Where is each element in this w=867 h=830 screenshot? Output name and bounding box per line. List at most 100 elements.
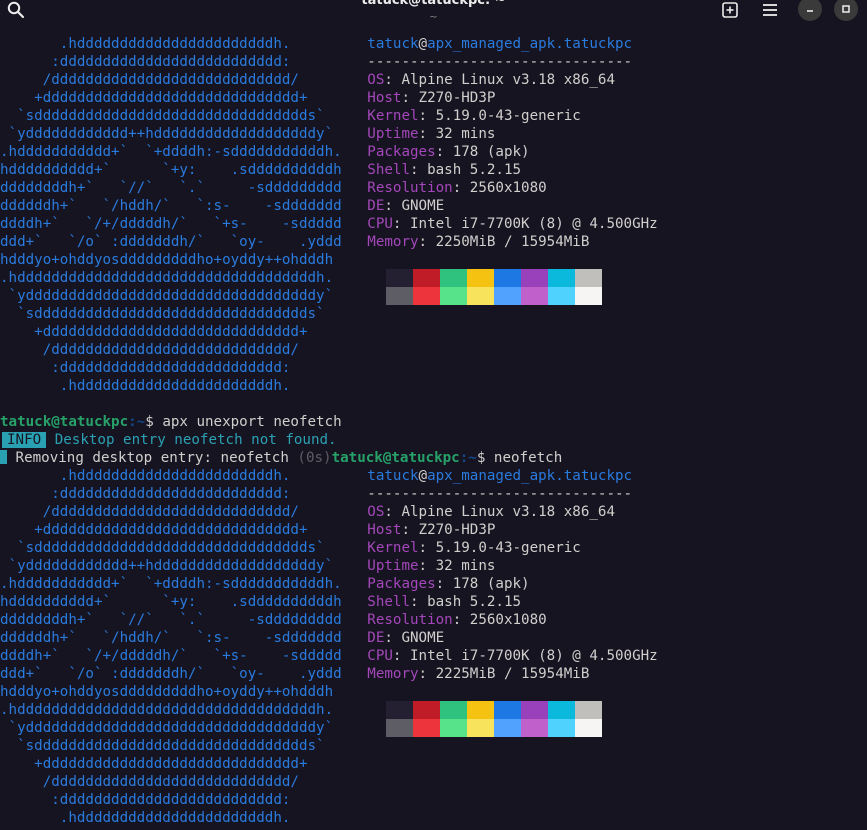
ascii-logo-line: `yddddddddddddddddddddddddddddddddddy` — [0, 720, 368, 736]
progress-marker — [0, 450, 7, 464]
ascii-logo-line: /dddddddddddddddddddddddddddd/ — [0, 774, 368, 790]
fetch-key: Kernel — [367, 540, 419, 556]
neofetch-line: `ydddddddddddd++hdddddddddddddddddddy` U… — [0, 125, 867, 143]
neofetch-line: +dddddddddddddddddddddddddddddd+ — [0, 755, 867, 773]
fetch-key: Uptime — [367, 126, 419, 142]
color-swatch — [386, 287, 413, 305]
ascii-logo-line: ddd+` `/o` :dddddddh/` `oy- .yddd — [0, 234, 368, 250]
ascii-logo-line: `ydddddddddddd++hdddddddddddddddddddy` — [0, 558, 368, 574]
ascii-logo-line: ddd+` `/o` :dddddddh/` `oy- .yddd — [0, 666, 368, 682]
ascii-logo-line: +dddddddddddddddddddddddddddddd+ — [0, 522, 368, 538]
ascii-logo-line: .hdddddddddddddddddddddddh. — [0, 378, 368, 394]
ascii-logo-line: :dddddddddddddddddddddddddd: — [0, 486, 368, 502]
fetch-key: Packages — [367, 144, 436, 160]
fetch-value: : 32 mins — [418, 558, 496, 574]
ascii-logo-line: ddddh+` `/+/dddddh/` `+s- -sddddd — [0, 216, 368, 232]
color-swatch — [575, 719, 602, 737]
color-swatch — [467, 287, 494, 305]
color-swatch — [467, 701, 494, 719]
ascii-logo-line: .hdddddddddddddddddddddddh. — [0, 468, 368, 484]
menu-button[interactable] — [758, 0, 782, 22]
ascii-logo-line: +dddddddddddddddddddddddddddddd+ — [0, 324, 368, 340]
neofetch-line: :dddddddddddddddddddddddddd: — [0, 359, 867, 377]
neofetch-line: `sdddddddddddddddddddddddddddddddds` Ker… — [0, 539, 867, 557]
ascii-logo-line: ddddddddh+` `//` `.` -sddddddddd — [0, 612, 368, 628]
fetch-value: : Z270-HD3P — [401, 90, 496, 106]
ascii-logo-line: .hddddddddddd+` `+ddddh:-sdddddddddddh. — [0, 576, 368, 592]
terminal-output[interactable]: .hdddddddddddddddddddddddh. tatuck@apx_m… — [0, 35, 867, 827]
ascii-logo-line: `sdddddddddddddddddddddddddddddddds` — [0, 306, 368, 322]
fetch-value: : GNOME — [384, 630, 445, 646]
neofetch-line: .hdddddddddddddddddddddddh. — [0, 377, 867, 395]
neofetch-line: /dddddddddddddddddddddddddddd/ — [0, 773, 867, 791]
color-swatch — [575, 701, 602, 719]
neofetch-line: `yddddddddddddddddddddddddddddddddddy` — [0, 719, 867, 737]
ascii-logo-line: ddddddh+` `/hddh/` `:s- -sddddddd — [0, 630, 368, 646]
header-bar: tatuck@tatuckpc: ~ ~ — [0, 0, 867, 34]
fetch-key: Host — [367, 90, 402, 106]
fetch-key: Resolution — [367, 180, 453, 196]
color-swatch — [440, 719, 467, 737]
fetch-user: tatuck — [367, 36, 419, 52]
fetch-key: CPU — [367, 648, 393, 664]
color-swatch — [521, 701, 548, 719]
color-swatch — [521, 269, 548, 287]
fetch-host: apx_managed_apk.tatuckpc — [427, 36, 633, 52]
fetch-key: Memory — [367, 666, 419, 682]
ascii-logo-line: .hdddddddddddddddddddddddh. — [0, 810, 368, 826]
fetch-key: Uptime — [367, 558, 419, 574]
color-swatch — [548, 269, 575, 287]
fetch-key: DE — [367, 630, 385, 646]
prompt-path: :~ — [128, 414, 146, 430]
ascii-logo-line: :dddddddddddddddddddddddddd: — [0, 792, 368, 808]
fetch-at: @ — [418, 468, 428, 484]
fetch-value: : bash 5.2.15 — [410, 162, 522, 178]
ascii-logo-line: `yddddddddddddddddddddddddddddddddddy` — [0, 288, 368, 304]
color-swatch — [413, 287, 440, 305]
prompt-symbol: $ — [476, 450, 494, 466]
neofetch-line: /dddddddddddddddddddddddddddd/ OS: Alpin… — [0, 503, 867, 521]
color-swatch — [386, 719, 413, 737]
color-swatch — [440, 269, 467, 287]
color-swatch — [413, 269, 440, 287]
neofetch-line: +dddddddddddddddddddddddddddddd+ Host: Z… — [0, 89, 867, 107]
neofetch-line: hdddddddddd+` `+y: .sddddddddddh Shell: … — [0, 161, 867, 179]
neofetch-line: ddddddddh+` `//` `.` -sddddddddd Resolut… — [0, 179, 867, 197]
info-message: Desktop entry neofetch not found. — [54, 432, 337, 448]
ascii-logo-line: `sdddddddddddddddddddddddddddddddds` — [0, 738, 368, 754]
ascii-logo-line: .hdddddddddddddddddddddddddddddddddddh. — [0, 702, 368, 718]
fetch-key: DE — [367, 198, 385, 214]
info-badge: INFO — [2, 432, 47, 448]
color-swatch — [548, 701, 575, 719]
color-swatch — [467, 269, 494, 287]
color-swatch — [386, 269, 413, 287]
color-swatch — [440, 287, 467, 305]
neofetch-line: ddd+` `/o` :dddddddh/` `oy- .yddd Memory… — [0, 665, 867, 683]
neofetch-line: :dddddddddddddddddddddddddd: -----------… — [0, 53, 867, 71]
color-swatch — [494, 287, 521, 305]
neofetch-line: +dddddddddddddddddddddddddddddd+ — [0, 323, 867, 341]
ascii-logo-line: :dddddddddddddddddddddddddd: — [0, 360, 368, 376]
ascii-logo-line: hdddyo+ohddyosdddddddddho+oyddy++ohdddh — [0, 684, 368, 700]
ascii-logo-line: +dddddddddddddddddddddddddddddd+ — [0, 756, 368, 772]
neofetch-line: hdddddddddd+` `+y: .sddddddddddh Shell: … — [0, 593, 867, 611]
neofetch-line: hdddyo+ohddyosdddddddddho+oyddy++ohdddh — [0, 683, 867, 701]
fetch-host: apx_managed_apk.tatuckpc — [427, 468, 633, 484]
neofetch-line: ddddddh+` `/hddh/` `:s- -sddddddd DE: GN… — [0, 197, 867, 215]
fetch-value: : Intel i7-7700K (8) @ 4.500GHz — [392, 216, 658, 232]
neofetch-line: ddddh+` `/+/dddddh/` `+s- -sddddd CPU: I… — [0, 215, 867, 233]
new-tab-button[interactable] — [718, 0, 742, 22]
fetch-key: Memory — [367, 234, 419, 250]
color-palette-normal — [386, 701, 602, 719]
neofetch-line: .hdddddddddddddddddddddddddddddddddddh. — [0, 701, 867, 719]
neofetch-line: +dddddddddddddddddddddddddddddd+ Host: Z… — [0, 521, 867, 539]
color-swatch — [494, 269, 521, 287]
removing-text: Removing desktop entry: neofetch — [7, 450, 298, 466]
neofetch-line: ddd+` `/o` :dddddddh/` `oy- .yddd Memory… — [0, 233, 867, 251]
ascii-logo-line: /dddddddddddddddddddddddddddd/ — [0, 504, 368, 520]
ascii-logo-line: +dddddddddddddddddddddddddddddd+ — [0, 90, 368, 106]
neofetch-line: ddddh+` `/+/dddddh/` `+s- -sddddd CPU: I… — [0, 647, 867, 665]
fetch-key: Shell — [367, 162, 411, 178]
maximize-icon — [842, 5, 850, 13]
